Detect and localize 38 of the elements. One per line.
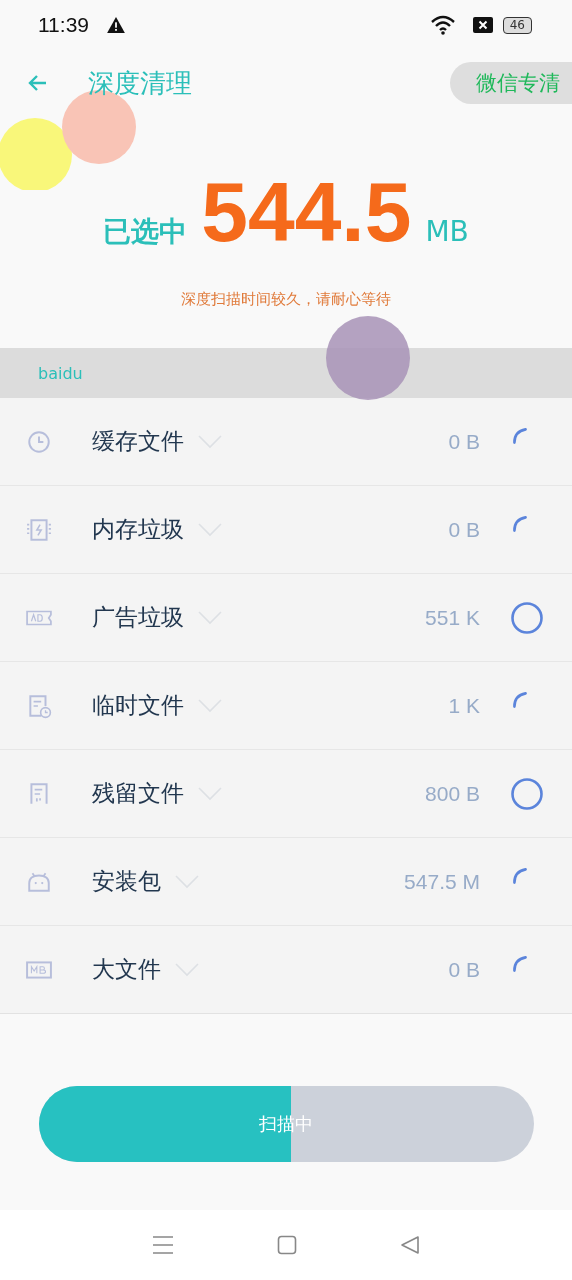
warning-icon <box>107 17 125 33</box>
category-size: 547.5 M <box>404 869 480 894</box>
category-size: 0 B <box>448 517 480 542</box>
battery-indicator: 46 <box>502 16 532 34</box>
selected-label: 已选中 <box>103 214 188 250</box>
chip-icon <box>26 516 52 543</box>
category-row[interactable]: 临时文件 1 K <box>0 662 572 750</box>
category-row[interactable]: 安装包 547.5 M <box>0 838 572 926</box>
home-square-icon <box>277 1235 297 1255</box>
category-name: 临时文件 <box>92 691 184 720</box>
selected-size: 544.5 <box>201 164 412 261</box>
document-clock-icon <box>26 692 52 719</box>
no-sim-icon <box>472 17 493 33</box>
category-size: 551 K <box>425 605 480 630</box>
category-name: 广告垃圾 <box>92 603 184 632</box>
category-row[interactable]: 内存垃圾 0 B <box>0 486 572 574</box>
category-name: 安装包 <box>92 867 161 896</box>
category-name: 残留文件 <box>92 779 184 808</box>
category-size: 0 B <box>448 429 480 454</box>
category-name: 大文件 <box>92 955 161 984</box>
category-row[interactable]: 广告垃圾 551 K <box>0 574 572 662</box>
category-size: 0 B <box>448 957 480 982</box>
back-triangle-icon <box>400 1235 421 1255</box>
category-name: 缓存文件 <box>92 427 184 456</box>
clock-time: 11:39 <box>38 13 89 37</box>
size-unit: MB <box>425 215 469 248</box>
category-name: 内存垃圾 <box>92 515 184 544</box>
category-row[interactable]: 残留文件 800 B <box>0 750 572 838</box>
clock-icon <box>26 428 52 455</box>
category-size: 800 B <box>425 781 480 806</box>
group-label: baidu <box>38 363 83 383</box>
wifi-icon <box>430 15 455 35</box>
menu-icon <box>151 1235 174 1255</box>
category-row[interactable]: 大文件 0 B <box>0 926 572 1013</box>
category-size: 1 K <box>448 693 480 718</box>
page-title: 深度清理 <box>88 66 192 100</box>
category-row[interactable]: 缓存文件 0 B <box>0 398 572 486</box>
scan-hint: 深度扫描时间较久，请耐心等待 <box>181 290 391 309</box>
